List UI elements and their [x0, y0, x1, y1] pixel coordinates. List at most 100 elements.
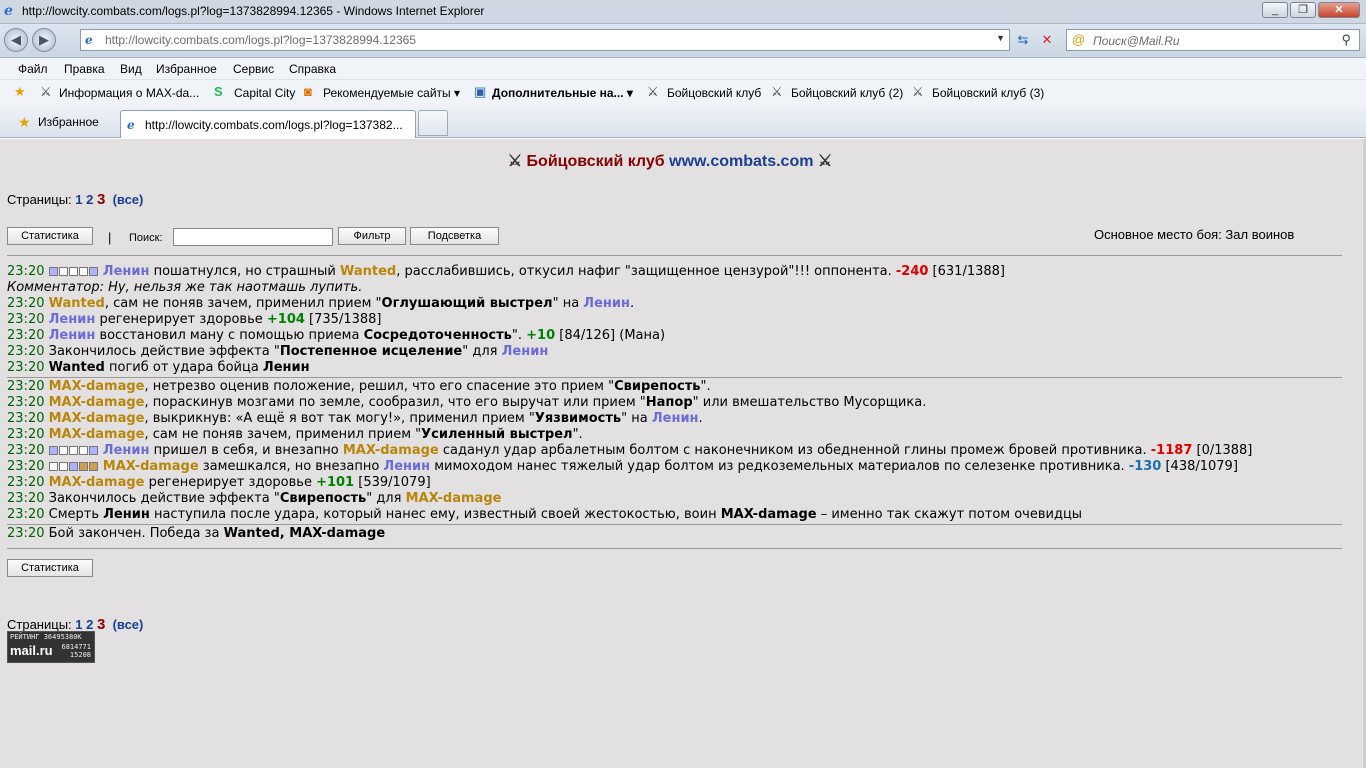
swords-icon: ⚔ — [817, 153, 833, 170]
page-link-2[interactable]: 2 — [86, 617, 93, 632]
pagination-top: Страницы: 1 2 3 (все) — [7, 191, 143, 208]
page-icon: e — [85, 33, 93, 47]
menu-edit[interactable]: Правка — [64, 62, 105, 76]
log-line: 23:20 MAX-damage, пораскинув мозгами по … — [7, 395, 927, 410]
search-box[interactable]: @ Поиск@Mail.Ru ⚲ — [1066, 29, 1360, 51]
log-line: 23:20 Ленин пришел в себя, и внезапно MA… — [7, 443, 1253, 458]
window-title: http://lowcity.combats.com/logs.pl?log=1… — [22, 4, 485, 18]
player-max-damage[interactable]: MAX-damage — [49, 427, 145, 442]
player-max-damage[interactable]: MAX-damage — [343, 443, 439, 458]
player-lenin[interactable]: Ленин — [583, 296, 630, 311]
menu-bar: Файл Правка Вид Избранное Сервис Справка — [0, 58, 1366, 80]
player-max-damage[interactable]: MAX-damage — [103, 459, 199, 474]
fav-link-addons[interactable]: Дополнительные на... ▾ — [492, 86, 633, 100]
menu-tools[interactable]: Сервис — [233, 62, 274, 76]
timestamp: 23:20 — [7, 443, 45, 458]
player-wanted[interactable]: Wanted — [340, 264, 396, 279]
close-button[interactable]: ✕ — [1318, 2, 1360, 18]
address-toolbar: ◀ ▶ e http://lowcity.combats.com/logs.pl… — [0, 24, 1366, 58]
player-lenin[interactable]: Ленин — [502, 344, 549, 359]
maximize-button[interactable]: ❐ — [1290, 2, 1316, 18]
fav-link-suggested[interactable]: Рекомендуемые сайты ▾ — [323, 86, 460, 100]
damage-value: -130 — [1128, 459, 1162, 474]
timestamp: 23:20 — [7, 475, 45, 490]
menu-help[interactable]: Справка — [289, 62, 336, 76]
club-title: Бойцовский клуб — [526, 153, 665, 170]
page-link-1[interactable]: 1 — [75, 617, 82, 632]
page-link-all[interactable]: (все) — [113, 192, 144, 207]
swords-icon: ⚔ — [912, 84, 924, 99]
address-dropdown-icon[interactable]: ▼ — [996, 33, 1005, 43]
log-line: 23:20 Закончилось действие эффекта "Свир… — [7, 491, 502, 506]
log-line: 23:20 Ленин восстановил ману с помощью п… — [7, 328, 666, 343]
player-lenin[interactable]: Ленин — [103, 443, 150, 458]
armor-icons — [48, 264, 99, 279]
player-lenin[interactable]: Ленин — [49, 312, 96, 327]
minimize-button[interactable]: _ — [1262, 2, 1288, 18]
favorites-button[interactable]: Избранное — [38, 115, 99, 129]
player-max-damage[interactable]: MAX-damage — [49, 395, 145, 410]
player-max-damage[interactable]: MAX-damage — [49, 379, 145, 394]
add-favorite-icon[interactable]: ★ — [14, 84, 26, 100]
player-wanted[interactable]: Wanted — [49, 360, 105, 375]
timestamp: 23:20 — [7, 328, 45, 343]
new-tab-button[interactable] — [418, 110, 448, 136]
menu-file[interactable]: Файл — [18, 62, 48, 76]
timestamp: 23:20 — [7, 264, 45, 279]
tab-active[interactable]: e http://lowcity.combats.com/logs.pl?log… — [120, 110, 416, 138]
log-line: 23:20 Wanted, сам не поняв зачем, примен… — [7, 296, 635, 311]
pages-label: Страницы: — [7, 617, 72, 632]
player-lenin[interactable]: Ленин — [652, 411, 699, 426]
player-lenin[interactable]: Ленин — [103, 507, 150, 522]
timestamp: 23:20 — [7, 526, 45, 541]
timestamp: 23:20 — [7, 395, 45, 410]
favorites-star-icon[interactable]: ★ — [18, 114, 31, 131]
timestamp: 23:20 — [7, 411, 45, 426]
fav-link-club3[interactable]: Бойцовский клуб (3) — [932, 86, 1044, 100]
player-max-damage[interactable]: MAX-damage — [49, 475, 145, 490]
page-link-all[interactable]: (все) — [113, 617, 144, 632]
damage-value: -240 — [895, 264, 929, 279]
mailru-icon: @ — [1072, 32, 1086, 47]
forward-button[interactable]: ▶ — [32, 28, 56, 52]
timestamp: 23:20 — [7, 491, 45, 506]
refresh-icon[interactable]: ⇆ — [1014, 31, 1032, 49]
player-lenin[interactable]: Ленин — [49, 328, 96, 343]
highlight-button[interactable]: Подсветка — [410, 227, 499, 245]
player-lenin[interactable]: Ленин — [263, 360, 310, 375]
player-wanted[interactable]: Wanted — [49, 296, 105, 311]
fav-link-info[interactable]: Информация о MAX-da... — [59, 86, 199, 100]
menu-favorites[interactable]: Избранное — [156, 62, 217, 76]
player-max-damage[interactable]: MAX-damage — [406, 491, 502, 506]
search-placeholder: Поиск@Mail.Ru — [1093, 34, 1180, 48]
divider — [7, 548, 1342, 549]
capital-icon: S — [214, 84, 223, 99]
fav-link-club1[interactable]: Бойцовский клуб — [667, 86, 761, 100]
back-button[interactable]: ◀ — [4, 28, 28, 52]
filter-button[interactable]: Фильтр — [338, 227, 406, 245]
stats-button-bottom[interactable]: Статистика — [7, 559, 93, 577]
separator: | — [108, 230, 112, 245]
battle-place: Основное место боя: Зал воинов — [1094, 227, 1295, 242]
timestamp: 23:20 — [7, 459, 45, 474]
page-link-2[interactable]: 2 — [86, 192, 93, 207]
menu-view[interactable]: Вид — [120, 62, 142, 76]
address-field[interactable]: e http://lowcity.combats.com/logs.pl?log… — [80, 29, 1010, 51]
fav-link-capital[interactable]: Capital City — [234, 86, 295, 100]
search-icon[interactable]: ⚲ — [1341, 32, 1351, 48]
page-link-1[interactable]: 1 — [75, 192, 82, 207]
log-search-input[interactable] — [173, 228, 333, 246]
mailru-counter[interactable]: РЕЙТИНГ 36495380К mail.ru 6814771 15208 — [7, 631, 95, 663]
site-link[interactable]: www.combats.com — [669, 153, 813, 170]
fav-link-club2[interactable]: Бойцовский клуб (2) — [791, 86, 903, 100]
stats-button[interactable]: Статистика — [7, 227, 93, 245]
window-controls: _ ❐ ✕ — [1260, 2, 1360, 20]
page-current: 3 — [97, 191, 106, 208]
player-lenin[interactable]: Ленин — [383, 459, 430, 474]
ie-icon: e — [4, 3, 13, 19]
player-lenin[interactable]: Ленин — [103, 264, 150, 279]
player-max-damage[interactable]: MAX-damage — [721, 507, 817, 522]
winners: Wanted, MAX-damage — [223, 526, 386, 541]
stop-icon[interactable]: ✕ — [1038, 31, 1056, 49]
player-max-damage[interactable]: MAX-damage — [49, 411, 145, 426]
